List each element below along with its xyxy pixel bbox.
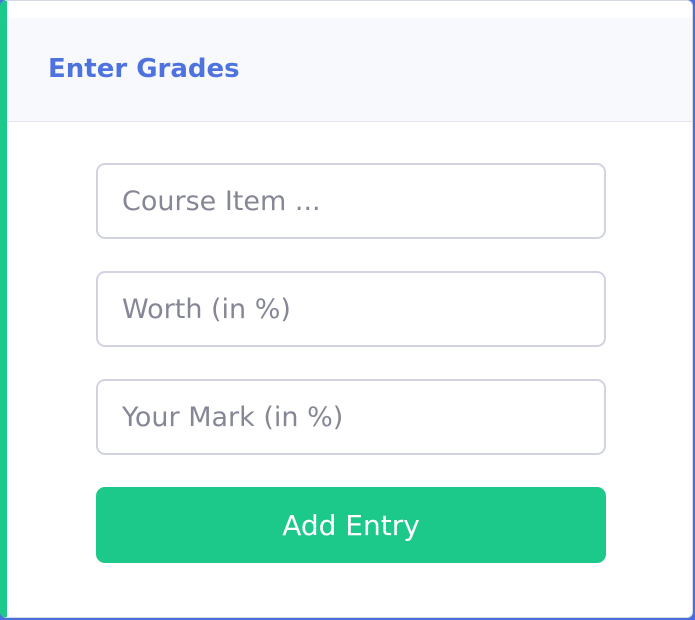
worth-input[interactable] — [96, 271, 606, 347]
card-title: Enter Grades — [48, 54, 240, 84]
your-mark-input[interactable] — [96, 379, 606, 455]
card-header: Enter Grades — [7, 18, 692, 122]
add-entry-button[interactable]: Add Entry — [96, 487, 606, 563]
course-item-input[interactable] — [96, 163, 606, 239]
enter-grades-card: Enter Grades Add Entry — [0, 0, 693, 618]
